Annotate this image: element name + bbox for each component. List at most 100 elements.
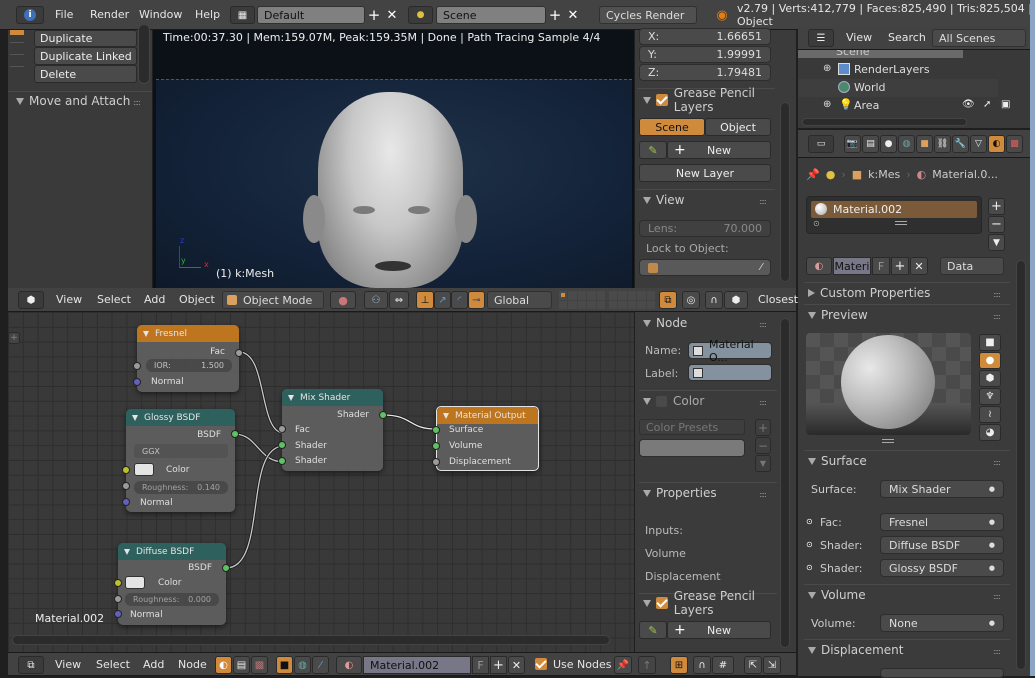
link-dropdown[interactable]: Data: [940, 257, 1004, 275]
render-engine-dropdown[interactable]: Cycles Render: [599, 6, 697, 24]
screen-layout-icon[interactable]: ▦: [230, 6, 255, 24]
node-menu-select[interactable]: Select: [96, 653, 130, 675]
panel-grip-icon[interactable]: ::::: [759, 398, 767, 407]
shader1-input-field[interactable]: Diffuse BSDF ●: [880, 536, 1004, 554]
grease-pencil-checkbox[interactable]: [656, 94, 668, 106]
preview-plane-icon[interactable]: ■: [979, 334, 1001, 351]
view3d-menu-select[interactable]: Select: [97, 288, 131, 311]
fake-user-button[interactable]: F: [472, 656, 489, 674]
shader2-input-field[interactable]: Glossy BSDF ●: [880, 559, 1004, 577]
pencil-icon[interactable]: ✎: [639, 141, 667, 159]
node-glossy-bsdf[interactable]: Glossy BSDF BSDF GGX Color Roughness: 0.1…: [122, 409, 239, 512]
mode-dropdown[interactable]: Object Mode: [222, 291, 324, 309]
new-material-button[interactable]: +: [891, 257, 909, 275]
parent-tree-icon[interactable]: ↑: [638, 656, 656, 674]
preview-cube-icon[interactable]: ⬢: [979, 370, 1001, 387]
color-preset-menu-button[interactable]: ▼: [755, 455, 771, 472]
material-slots-list[interactable]: Material.002 ⊙: [806, 196, 982, 234]
selectable-cursor-icon[interactable]: ➚: [983, 99, 991, 110]
rotate-manipulator-icon[interactable]: ◜: [451, 291, 468, 309]
paste-nodes-icon[interactable]: ⇲: [763, 656, 781, 674]
snap-element-dropdown[interactable]: ⬢: [724, 291, 748, 309]
eyedropper-icon[interactable]: ⁄: [760, 262, 762, 273]
outliner-item-renderlayers[interactable]: ⊕ RenderLayers: [798, 61, 998, 79]
shader-nodes-icon[interactable]: ◐: [215, 656, 232, 674]
material-browse-button[interactable]: ◐: [336, 656, 362, 674]
compositing-nodes-icon[interactable]: ▤: [233, 656, 250, 674]
custom-properties-panel[interactable]: Custom Properties: [808, 285, 930, 301]
shader-linestyle-icon[interactable]: ⁄: [312, 656, 329, 674]
node-name-field[interactable]: Material O...: [688, 338, 772, 364]
new-layer-button[interactable]: New Layer: [639, 164, 771, 182]
layer-buttons-2[interactable]: [609, 291, 655, 309]
world-tab-icon[interactable]: ◍: [898, 135, 915, 153]
texture-nodes-icon[interactable]: ▩: [251, 656, 268, 674]
material-browse-button[interactable]: ◐: [806, 257, 832, 275]
socket-ior-in[interactable]: [133, 362, 141, 370]
copy-nodes-icon[interactable]: ⇱: [744, 656, 762, 674]
menu-help[interactable]: Help: [195, 0, 220, 29]
shader1-link-icon[interactable]: ⊙: [806, 540, 813, 549]
tool-tab[interactable]: [10, 54, 24, 64]
panel-grip-icon[interactable]: ::::: [993, 312, 1001, 321]
view-panel-title[interactable]: View: [643, 192, 684, 208]
renderable-camera-icon[interactable]: ▣: [1001, 99, 1010, 110]
scene-icon[interactable]: ●: [408, 6, 433, 24]
node-menu-view[interactable]: View: [55, 653, 81, 675]
socket-roughness-in[interactable]: [114, 595, 122, 603]
socket-fac-out[interactable]: [235, 349, 243, 357]
add-slot-button[interactable]: +: [988, 198, 1005, 215]
material-datablock-field[interactable]: Material.002: [363, 656, 471, 674]
remove-slot-button[interactable]: −: [988, 216, 1005, 233]
preview-hair-icon[interactable]: ≀: [979, 406, 1001, 423]
panel-grip-icon[interactable]: ::::: [993, 458, 1001, 467]
color-swatch[interactable]: [125, 576, 145, 589]
location-y-field[interactable]: Y: 1.99991: [639, 46, 771, 63]
panel-grip-icon[interactable]: ::::: [993, 647, 1001, 656]
color-panel-title[interactable]: Color: [643, 393, 704, 409]
duplicate-button[interactable]: Duplicate: [34, 30, 137, 47]
socket-color-in[interactable]: [114, 579, 122, 587]
material-name-field[interactable]: Materi: [833, 257, 871, 275]
operator-panel-title[interactable]: Move and Attach: [16, 93, 130, 109]
pin-icon[interactable]: 📌: [806, 168, 820, 181]
node-menu-add[interactable]: Add: [143, 653, 164, 675]
manipulator-scale-icon[interactable]: ⇔: [389, 291, 409, 309]
transform-orientation-dropdown[interactable]: Global: [487, 291, 552, 309]
scale-manipulator-icon[interactable]: ⊸: [468, 291, 485, 309]
fake-user-button[interactable]: F: [872, 257, 890, 275]
backdrop-toggle-icon[interactable]: ⊞: [670, 656, 688, 674]
unlink-material-button[interactable]: ✕: [508, 656, 525, 674]
snap-element-icon[interactable]: #: [712, 656, 734, 674]
collapse-icon[interactable]: [132, 414, 138, 421]
tool-shelf-scrollbar[interactable]: [138, 24, 150, 84]
object-tab-icon[interactable]: ■: [916, 135, 933, 153]
socket-normal-in[interactable]: [122, 498, 130, 506]
node-panel-title[interactable]: Node: [643, 315, 687, 331]
surface-panel[interactable]: Surface: [808, 453, 867, 469]
socket-fac-in[interactable]: [278, 425, 286, 433]
new-material-button[interactable]: +: [490, 656, 507, 674]
view3d-sidebar-scrollbar[interactable]: [780, 102, 790, 282]
preview-world-sphere-icon[interactable]: ◕: [979, 424, 1001, 441]
add-scene-icon[interactable]: +: [547, 6, 563, 24]
visibility-eye-icon[interactable]: 👁: [962, 99, 975, 110]
node-diffuse-bsdf[interactable]: Diffuse BSDF BSDF Color Roughness: 0.000 …: [114, 543, 230, 625]
scene-field[interactable]: Scene: [436, 6, 546, 24]
expand-icon[interactable]: ⊕: [823, 63, 831, 74]
panel-grip-icon[interactable]: ::::: [133, 98, 141, 107]
add-screen-icon[interactable]: +: [366, 6, 382, 24]
snap-toggle-icon[interactable]: ∩: [705, 291, 723, 309]
list-filter-icon[interactable]: ⊙: [813, 219, 820, 228]
roughness-field[interactable]: Roughness: 0.140: [134, 481, 228, 494]
shader-world-icon[interactable]: ◍: [294, 656, 311, 674]
new-grease-pencil-button[interactable]: + New: [667, 621, 771, 639]
collapse-icon[interactable]: [143, 330, 149, 337]
node-menu-node[interactable]: Node: [178, 653, 207, 675]
socket-normal-in[interactable]: [133, 378, 141, 386]
scene-tab-icon[interactable]: ●: [880, 135, 897, 153]
panel-grip-icon[interactable]: ::::: [759, 490, 767, 499]
pencil-icon[interactable]: ✎: [639, 621, 667, 639]
socket-shader-out[interactable]: [379, 411, 387, 419]
expand-icon[interactable]: ⊕: [823, 99, 831, 110]
